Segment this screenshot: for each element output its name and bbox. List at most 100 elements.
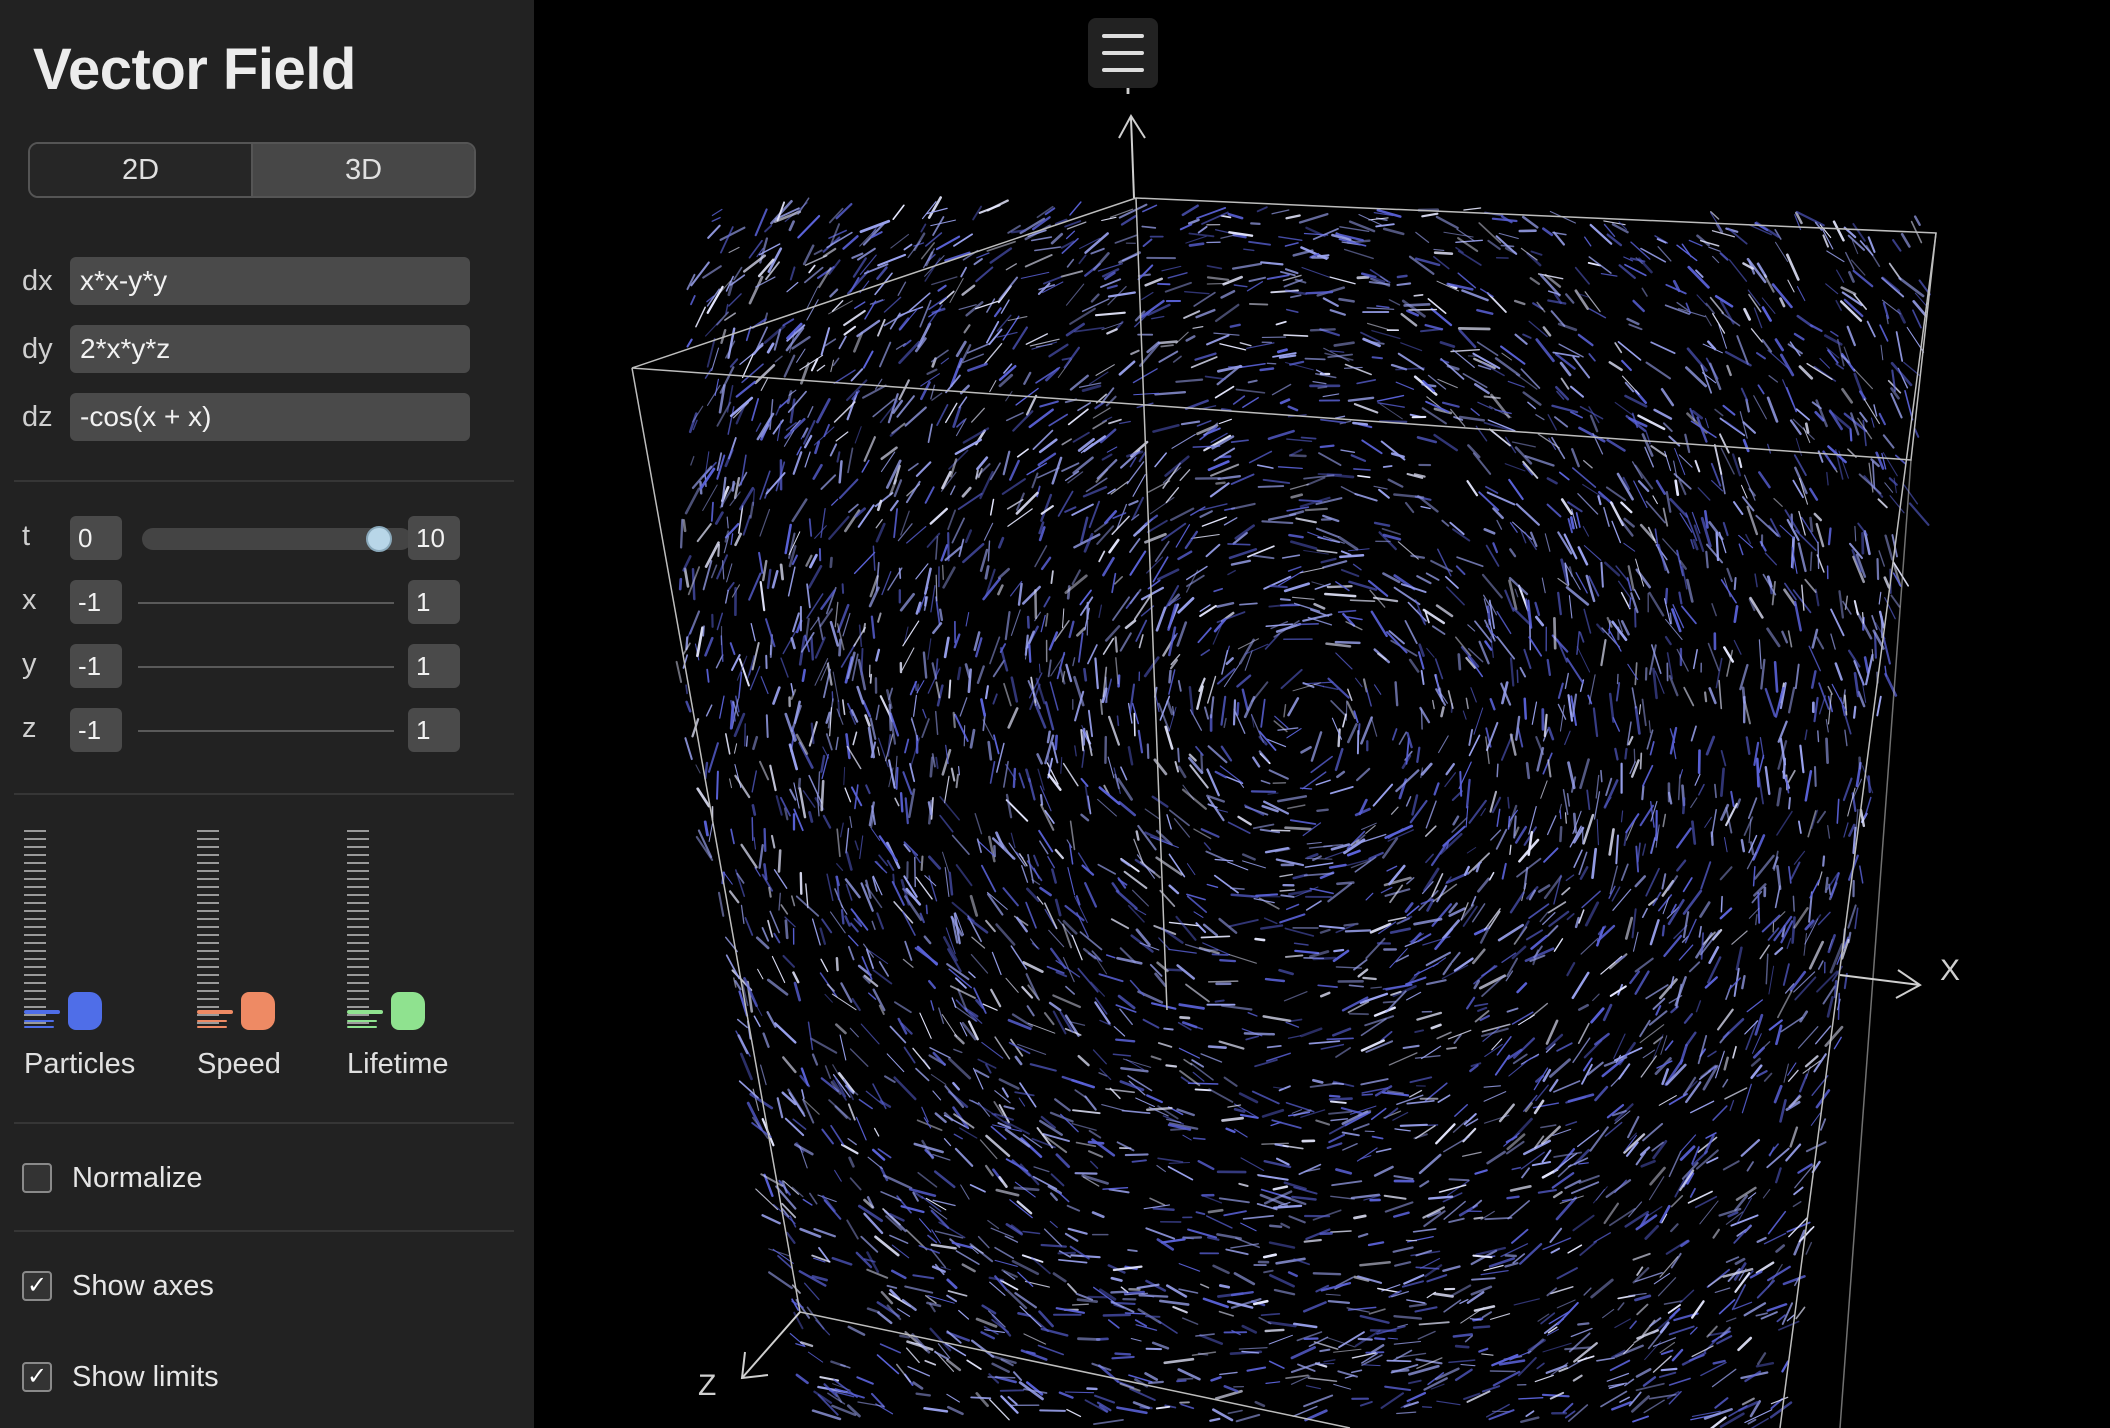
particles-knob[interactable]	[68, 992, 102, 1030]
dy-input[interactable]: 2*x*y*z	[70, 325, 470, 373]
particle-streak	[1010, 229, 1027, 234]
particle-streak	[1770, 1396, 1789, 1405]
particle-streak	[1527, 830, 1534, 856]
particle-streak	[1883, 576, 1891, 589]
particle-streak	[1384, 1201, 1414, 1213]
menu-icon-bar	[1102, 68, 1144, 72]
particle-streak	[820, 474, 837, 490]
particle-streak	[1737, 1336, 1753, 1352]
lifetime-gauge[interactable]	[347, 830, 457, 1030]
particle-streak	[1589, 1126, 1609, 1152]
particle-streak	[1279, 598, 1291, 602]
particle-streak	[1181, 1317, 1199, 1325]
speed-knob[interactable]	[241, 992, 275, 1030]
vector-field-canvas[interactable]: Y X Z	[534, 0, 2110, 1428]
particle-streak	[850, 922, 859, 933]
particle-streak	[1335, 1168, 1353, 1175]
particle-streak	[1058, 1391, 1074, 1399]
y-min-input[interactable]: -1	[70, 644, 122, 688]
particle-streak	[987, 540, 991, 562]
particle-streak	[1115, 1038, 1136, 1043]
show-limits-option[interactable]: ✓ Show limits	[22, 1359, 219, 1395]
particle-streak	[1560, 377, 1570, 390]
x-range-slider[interactable]	[138, 602, 394, 604]
particle-streak	[892, 204, 905, 220]
particle-streak	[939, 814, 954, 833]
normalize-checkbox[interactable]	[22, 1163, 52, 1193]
particle-streak	[1381, 527, 1401, 536]
particle-streak	[1583, 608, 1592, 634]
particle-streak	[1767, 1210, 1787, 1235]
speed-gauge[interactable]	[197, 830, 307, 1030]
particle-streak	[925, 904, 928, 915]
particle-streak	[1026, 887, 1040, 903]
particle-streak	[1547, 299, 1567, 305]
particle-streak	[1076, 1298, 1099, 1303]
dz-input[interactable]: -cos(x + x)	[70, 393, 470, 441]
particles-gauge[interactable]	[24, 830, 134, 1030]
particle-streak	[1813, 765, 1817, 787]
particle-streak	[1813, 512, 1823, 522]
particle-streak	[1110, 1290, 1128, 1294]
particle-streak	[1679, 1289, 1695, 1304]
particle-streak	[1197, 225, 1208, 234]
particle-streak	[1816, 636, 1825, 650]
t-min-input[interactable]: 0	[70, 516, 122, 560]
particle-streak	[793, 981, 802, 1002]
mode-3d-button[interactable]: 3D	[251, 144, 474, 196]
field-visualization[interactable]: Y X Z	[534, 0, 2110, 1428]
y-range-slider[interactable]	[138, 666, 394, 668]
particle-streak	[1617, 341, 1642, 361]
particle-streak	[1244, 804, 1265, 816]
particle-streak	[1668, 995, 1683, 1004]
particle-streak	[1185, 335, 1196, 342]
particle-streak	[1391, 1368, 1410, 1373]
mode-2d-button[interactable]: 2D	[30, 144, 251, 196]
menu-button[interactable]	[1088, 18, 1158, 88]
x-min-input[interactable]: -1	[70, 580, 122, 624]
particle-streak	[1353, 468, 1371, 471]
particle-streak	[1102, 637, 1115, 655]
show-limits-checkbox[interactable]: ✓	[22, 1362, 52, 1392]
particle-streak	[1765, 953, 1769, 985]
dx-input[interactable]: x*x-y*y	[70, 257, 470, 305]
particle-streak	[1128, 500, 1139, 506]
z-max-input[interactable]: 1	[408, 708, 460, 752]
gauge-fill-line	[24, 1020, 54, 1022]
normalize-option[interactable]: Normalize	[22, 1160, 203, 1196]
particle-streak	[1564, 812, 1567, 824]
z-min-input[interactable]: -1	[70, 708, 122, 752]
particle-streak	[886, 1304, 902, 1321]
show-axes-checkbox[interactable]: ✓	[22, 1271, 52, 1301]
particle-streak	[729, 701, 735, 730]
particle-streak	[1634, 875, 1647, 888]
particle-streak	[1559, 826, 1563, 843]
app-title: Vector Field	[33, 37, 356, 102]
y-max-input[interactable]: 1	[408, 644, 460, 688]
show-axes-option[interactable]: ✓ Show axes	[22, 1268, 214, 1304]
particle-streak	[739, 486, 755, 511]
axes	[740, 114, 1922, 1380]
particle-streak	[1449, 1284, 1472, 1298]
particle-streak	[1253, 897, 1275, 904]
particle-streak	[951, 517, 965, 544]
particle-streak	[1020, 271, 1050, 279]
particle-streak	[1324, 850, 1346, 859]
particle-streak	[1365, 688, 1372, 707]
particle-streak	[1634, 662, 1638, 686]
particle-streak	[1121, 253, 1138, 262]
particle-streak	[977, 1235, 990, 1249]
particle-streak	[761, 1214, 781, 1225]
lifetime-knob[interactable]	[391, 992, 425, 1030]
particle-streak	[1192, 1137, 1206, 1140]
particle-streak	[876, 912, 885, 930]
particle-streak	[939, 608, 944, 622]
particle-streak	[1818, 682, 1830, 710]
t-max-input[interactable]: 10	[408, 516, 460, 560]
z-range-slider[interactable]	[138, 730, 394, 732]
particle-streak	[1110, 480, 1129, 495]
particle-streak	[1655, 479, 1666, 495]
particle-streak	[1662, 422, 1673, 433]
x-max-input[interactable]: 1	[408, 580, 460, 624]
particle-streak	[1168, 884, 1180, 895]
